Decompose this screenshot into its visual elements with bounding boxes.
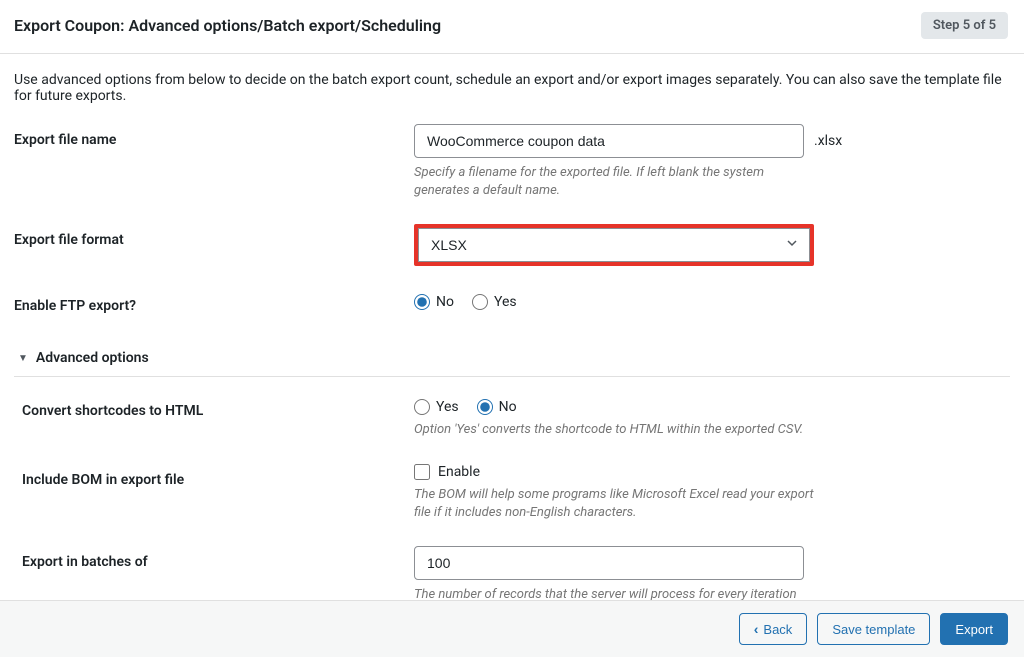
bom-enable-label: Enable: [438, 464, 480, 480]
ftp-no-label: No: [436, 294, 454, 310]
ftp-label: Enable FTP export?: [14, 290, 414, 314]
bom-help: The BOM will help some programs like Mic…: [414, 486, 814, 522]
back-button[interactable]: ‹ Back: [739, 613, 808, 645]
ftp-yes-option[interactable]: Yes: [472, 294, 517, 310]
shortcodes-yes-option[interactable]: Yes: [414, 399, 459, 415]
fileformat-control: XLSX: [414, 224, 1010, 266]
shortcodes-row: Convert shortcodes to HTML Yes No Option…: [22, 395, 1010, 439]
filename-control: .xlsx Specify a filename for the exporte…: [414, 124, 1010, 200]
advanced-section-header[interactable]: ▼ Advanced options: [14, 338, 1010, 377]
fileformat-highlight: XLSX: [414, 224, 814, 266]
bom-row: Include BOM in export file Enable The BO…: [22, 464, 1010, 522]
caret-down-icon: ▼: [18, 353, 28, 364]
form-section: Export file name .xlsx Specify a filenam…: [0, 124, 1024, 641]
footer-bar: ‹ Back Save template Export: [0, 600, 1024, 657]
ftp-control: No Yes: [414, 290, 1010, 310]
batch-input[interactable]: [414, 546, 804, 580]
ftp-yes-radio[interactable]: [472, 294, 488, 310]
fileformat-row: Export file format XLSX: [14, 224, 1010, 266]
page-title: Export Coupon: Advanced options/Batch ex…: [14, 16, 441, 35]
ftp-row: Enable FTP export? No Yes: [14, 290, 1010, 314]
step-badge: Step 5 of 5: [921, 12, 1008, 39]
shortcodes-control: Yes No Option 'Yes' converts the shortco…: [414, 395, 1010, 439]
export-button[interactable]: Export: [940, 613, 1008, 645]
page-header: Export Coupon: Advanced options/Batch ex…: [0, 0, 1024, 54]
filename-help: Specify a filename for the exported file…: [414, 164, 814, 200]
shortcodes-yes-label: Yes: [436, 399, 459, 415]
filename-extension: .xlsx: [814, 133, 842, 149]
ftp-no-option[interactable]: No: [414, 294, 454, 310]
shortcodes-no-option[interactable]: No: [477, 399, 517, 415]
fileformat-label: Export file format: [14, 224, 414, 248]
bom-label: Include BOM in export file: [22, 464, 414, 488]
advanced-title: Advanced options: [36, 350, 149, 366]
shortcodes-no-radio[interactable]: [477, 399, 493, 415]
shortcodes-help: Option 'Yes' converts the shortcode to H…: [414, 421, 814, 439]
chevron-left-icon: ‹: [754, 621, 759, 637]
filename-row: Export file name .xlsx Specify a filenam…: [14, 124, 1010, 200]
shortcodes-yes-radio[interactable]: [414, 399, 430, 415]
bom-checkbox[interactable]: [414, 464, 430, 480]
fileformat-select[interactable]: XLSX: [418, 228, 810, 262]
ftp-no-radio[interactable]: [414, 294, 430, 310]
save-template-button[interactable]: Save template: [817, 613, 930, 645]
page-description: Use advanced options from below to decid…: [0, 54, 1024, 124]
batch-label: Export in batches of: [22, 546, 414, 570]
shortcodes-label: Convert shortcodes to HTML: [22, 395, 414, 419]
shortcodes-no-label: No: [499, 399, 517, 415]
filename-label: Export file name: [14, 124, 414, 148]
back-button-label: Back: [763, 622, 792, 637]
filename-input[interactable]: [414, 124, 804, 158]
bom-enable-option[interactable]: Enable: [414, 464, 1010, 480]
bom-control: Enable The BOM will help some programs l…: [414, 464, 1010, 522]
ftp-yes-label: Yes: [494, 294, 517, 310]
